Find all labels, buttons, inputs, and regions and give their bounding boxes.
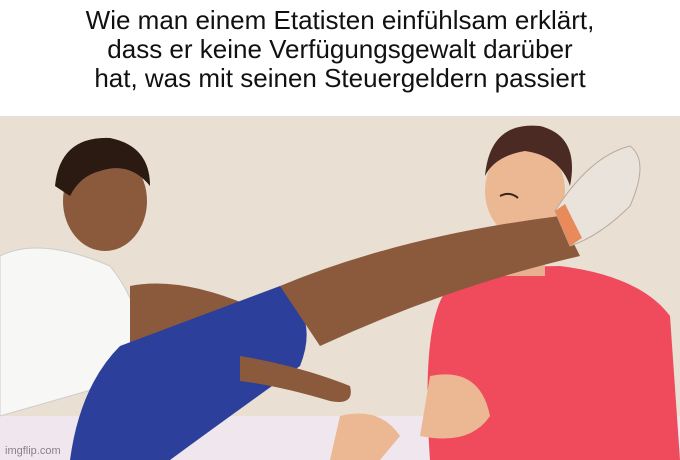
caption-line: hat, was mit seinen Steuergeldern passie… bbox=[94, 63, 586, 93]
caption-line: Wie man einem Etatisten einfühlsam erklä… bbox=[85, 5, 595, 35]
meme-caption: Wie man einem Etatisten einfühlsam erklä… bbox=[0, 0, 680, 116]
watermark: imgflip.com bbox=[5, 445, 61, 457]
caption-line: dass er keine Verfügungsgewalt darüber bbox=[107, 34, 573, 64]
kick-illustration bbox=[0, 116, 680, 460]
